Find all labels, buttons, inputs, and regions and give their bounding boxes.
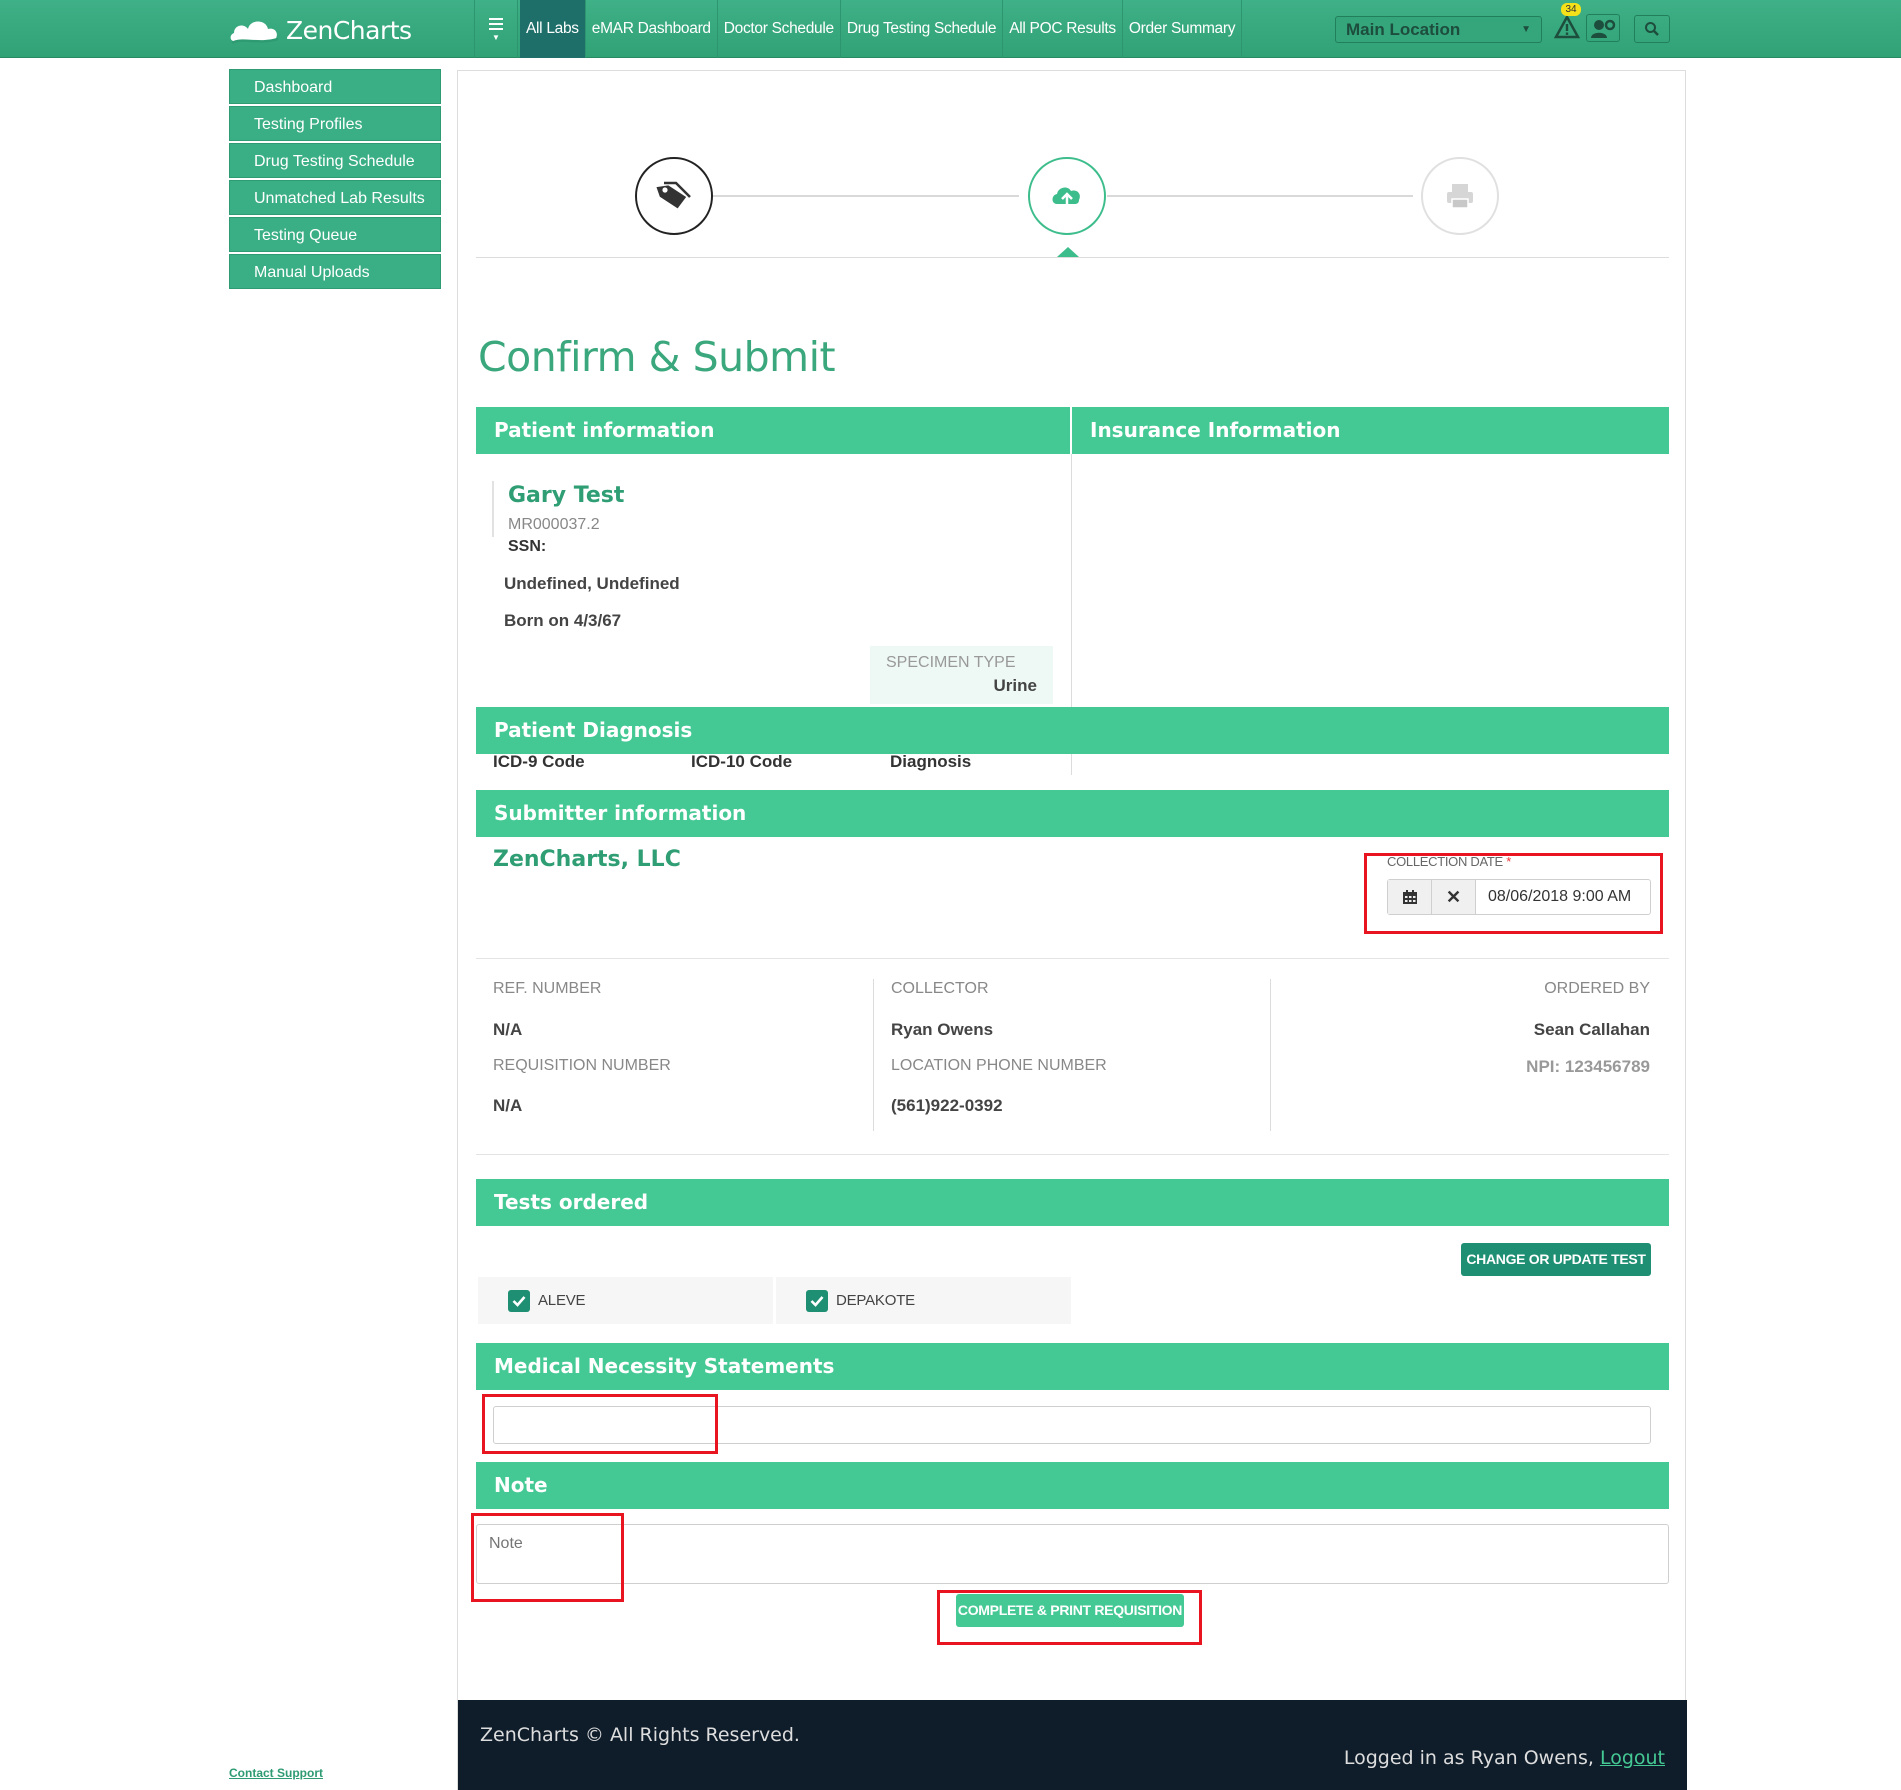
patient-information-header: Patient information	[476, 407, 1070, 454]
column-divider	[873, 979, 874, 1131]
sidebar-item-unmatched-lab-results[interactable]: Unmatched Lab Results	[229, 180, 441, 215]
note-textarea[interactable]	[476, 1524, 1669, 1584]
insurance-information-header: Insurance Information	[1072, 407, 1669, 454]
ordered-by-label: ORDERED BY	[1544, 980, 1650, 997]
requisition-number-label: REQUISITION NUMBER	[493, 1057, 671, 1074]
wizard-steps	[458, 71, 1687, 261]
ordered-by-value: Sean Callahan	[1533, 1020, 1650, 1039]
collector-label: COLLECTOR	[891, 980, 989, 997]
patient-card-accent	[492, 481, 494, 537]
nav-doctor-schedule[interactable]: Doctor Schedule	[718, 0, 841, 58]
top-navbar: ZenCharts ▼ All Labs eMAR Dashboard Doct…	[0, 0, 1901, 58]
printer-icon	[1447, 184, 1473, 209]
tests-ordered-header: Tests ordered	[476, 1179, 1669, 1226]
patient-name: Gary Test	[508, 483, 625, 508]
test-name: DEPAKOTE	[836, 1292, 915, 1309]
highlight-box	[482, 1394, 718, 1454]
tag-icon	[656, 181, 691, 209]
test-item[interactable]: DEPAKOTE	[776, 1277, 1071, 1324]
caret-down-icon: ▼	[492, 33, 500, 42]
logged-in-text: Logged in as Ryan Owens,	[1343, 1747, 1600, 1769]
nav-all-labs[interactable]: All Labs	[520, 0, 586, 58]
page-title: Confirm & Submit	[478, 333, 836, 381]
medical-necessity-header: Medical Necessity Statements	[476, 1343, 1669, 1390]
wizard-step-3[interactable]	[1421, 157, 1499, 235]
npi-number: NPI: 123456789	[1526, 1057, 1650, 1076]
wizard-step-1[interactable]	[635, 157, 713, 235]
wizard-step-2[interactable]	[1028, 157, 1106, 235]
contact-support-link[interactable]: Contact Support	[229, 1766, 323, 1780]
location-select[interactable]: Main Location ▼	[1335, 16, 1542, 43]
patient-diagnosis-header: Patient Diagnosis	[476, 707, 1669, 754]
test-name: ALEVE	[538, 1292, 586, 1309]
hamburger-menu-button[interactable]: ▼	[474, 0, 518, 58]
sidebar-item-testing-profiles[interactable]: Testing Profiles	[229, 106, 441, 141]
specimen-type-value: Urine	[993, 676, 1037, 695]
specimen-type-label: SPECIMEN TYPE	[886, 654, 1016, 671]
nav-order-summary[interactable]: Order Summary	[1123, 0, 1243, 58]
nav-all-poc-results[interactable]: All POC Results	[1003, 0, 1123, 58]
specimen-type-box: SPECIMEN TYPE Urine	[870, 646, 1053, 704]
logout-link[interactable]: Logout	[1600, 1747, 1665, 1769]
sidebar-item-manual-uploads[interactable]: Manual Uploads	[229, 254, 441, 289]
app-name: ZenCharts	[286, 15, 412, 45]
requisition-number-value: N/A	[493, 1096, 523, 1115]
divider	[476, 1154, 1669, 1155]
location-select-value: Main Location	[1346, 19, 1461, 39]
sidebar: Dashboard Testing Profiles Drug Testing …	[229, 69, 441, 291]
warning-alert-icon[interactable]	[1554, 14, 1580, 40]
current-step-pointer	[1057, 247, 1079, 257]
submitter-information-header: Submitter information	[476, 790, 1669, 837]
sidebar-item-drug-testing-schedule[interactable]: Drug Testing Schedule	[229, 143, 441, 178]
patient-birthdate: Born on 4/3/67	[504, 611, 622, 630]
search-icon	[1645, 22, 1659, 36]
highlight-box	[1364, 853, 1663, 934]
change-or-update-test-button[interactable]: CHANGE OR UPDATE TEST	[1461, 1243, 1651, 1276]
patient-address: Undefined, Undefined	[504, 574, 680, 593]
test-item[interactable]: ALEVE	[478, 1277, 773, 1324]
checked-checkbox-icon[interactable]	[806, 1289, 828, 1312]
nav-emar-dashboard[interactable]: eMAR Dashboard	[586, 0, 718, 58]
highlight-box	[471, 1513, 624, 1602]
icd10-column-header: ICD-10 Code	[691, 752, 793, 771]
icd9-column-header: ICD-9 Code	[493, 752, 585, 771]
patient-mr-number: MR000037.2	[508, 516, 600, 533]
chevron-down-icon: ▼	[1521, 24, 1531, 35]
note-header: Note	[476, 1462, 1669, 1509]
checked-checkbox-icon[interactable]	[508, 1289, 530, 1312]
highlight-box	[937, 1590, 1202, 1645]
location-phone-value: (561)922-0392	[891, 1096, 1003, 1115]
alert-count-badge: 34	[1561, 3, 1581, 16]
page-footer: ZenCharts © All Rights Reserved. Logged …	[458, 1700, 1687, 1790]
logged-in-status: Logged in as Ryan Owens, Logout	[1344, 1747, 1665, 1769]
user-settings-button[interactable]	[1586, 14, 1620, 42]
patient-ssn-label: SSN:	[508, 538, 547, 555]
app-logo[interactable]: ZenCharts	[228, 10, 412, 50]
location-phone-label: LOCATION PHONE NUMBER	[891, 1057, 1107, 1074]
divider	[476, 958, 1669, 959]
sidebar-item-dashboard[interactable]: Dashboard	[229, 69, 441, 104]
cloud-logo-icon	[230, 21, 279, 45]
user-gear-icon	[1591, 19, 1616, 38]
column-divider	[1270, 979, 1271, 1131]
wizard-divider	[476, 257, 1669, 258]
nav-drug-testing-schedule[interactable]: Drug Testing Schedule	[841, 0, 1004, 58]
sidebar-item-testing-queue[interactable]: Testing Queue	[229, 217, 441, 252]
cloud-upload-icon	[1052, 187, 1080, 208]
search-button[interactable]	[1634, 15, 1670, 43]
main-nav: All Labs eMAR Dashboard Doctor Schedule …	[520, 0, 1243, 58]
copyright-text: ZenCharts © All Rights Reserved.	[480, 1724, 800, 1746]
wizard-connector	[1107, 195, 1413, 197]
diagnosis-column-header: Diagnosis	[890, 752, 972, 771]
collector-value: Ryan Owens	[891, 1020, 994, 1039]
ref-number-label: REF. NUMBER	[493, 980, 602, 997]
ref-number-value: N/A	[493, 1020, 523, 1039]
wizard-connector	[713, 195, 1019, 197]
submitter-company: ZenCharts, LLC	[493, 847, 681, 872]
